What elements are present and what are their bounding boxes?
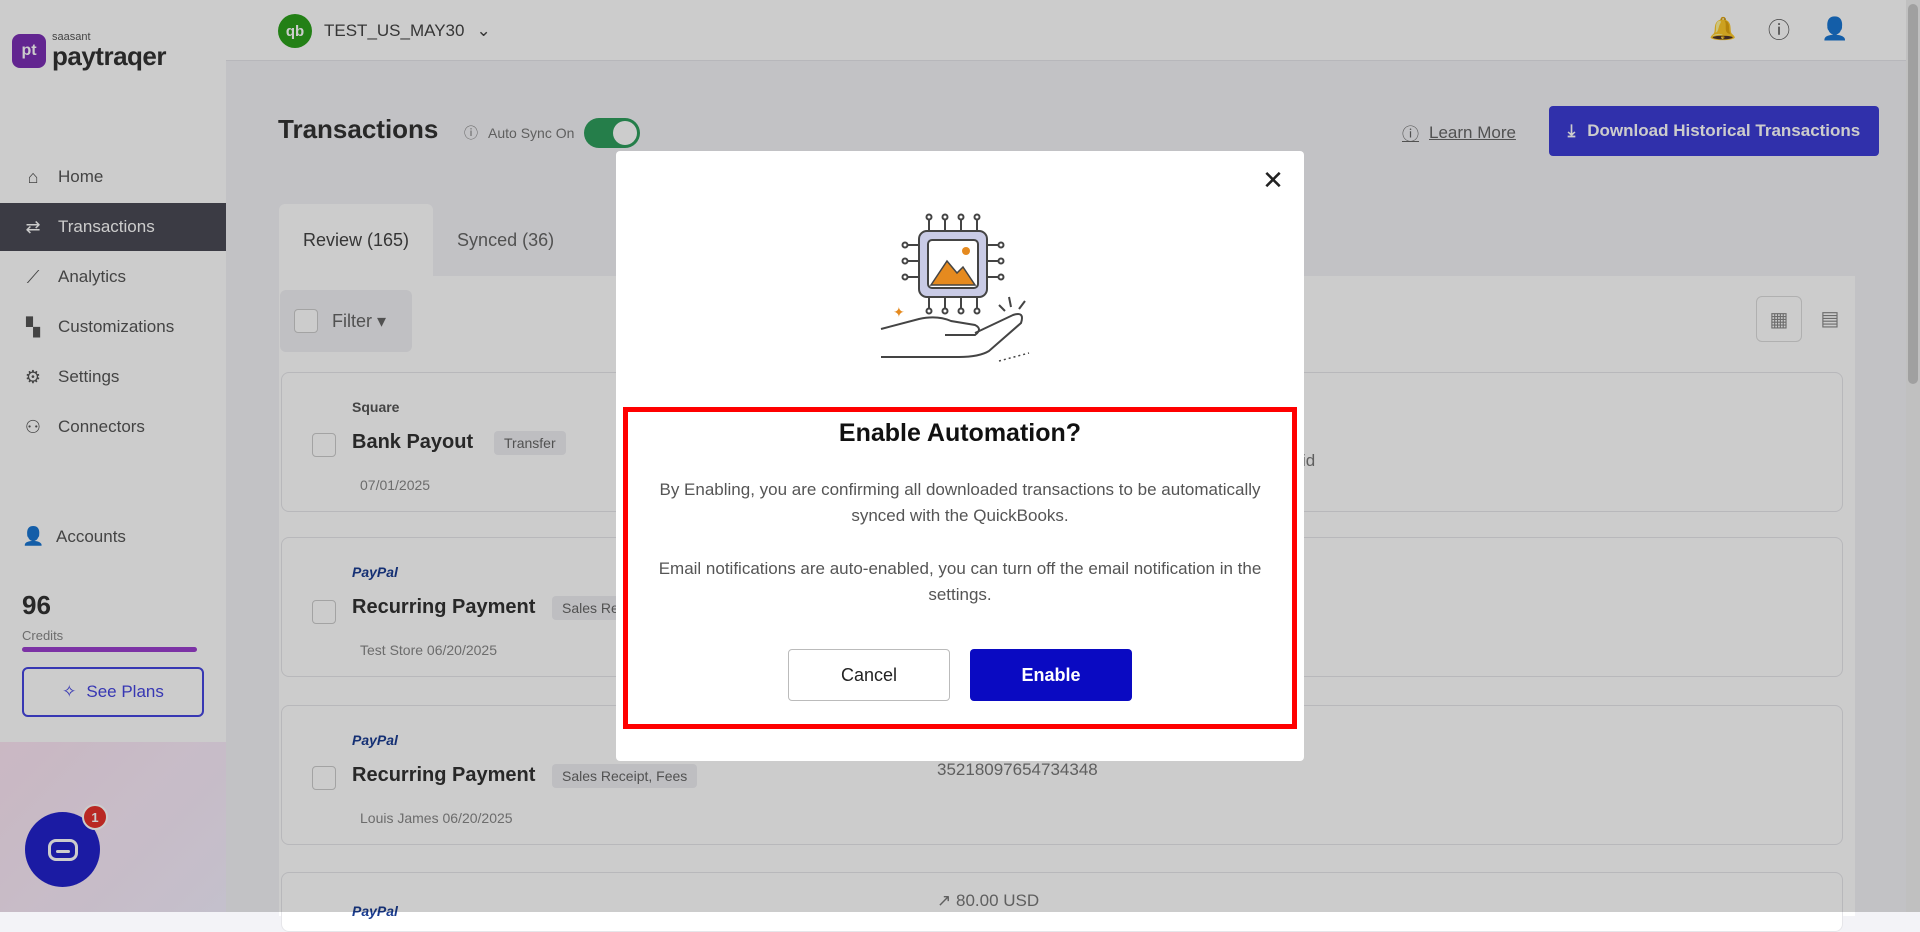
modal-paragraph-confirmation: By Enabling, you are confirming all down… bbox=[659, 480, 1261, 525]
enable-button[interactable]: Enable bbox=[970, 649, 1132, 701]
svg-text:✦: ✦ bbox=[893, 305, 905, 321]
automation-chip-illustration: ✦ bbox=[880, 213, 1030, 362]
cancel-button[interactable]: Cancel bbox=[788, 649, 950, 701]
enable-automation-modal: ✕ ✦ Enable Automation? By Enabling, you bbox=[616, 151, 1304, 761]
modal-title: Enable Automation? bbox=[838, 419, 1082, 447]
close-icon[interactable]: ✕ bbox=[1258, 165, 1288, 195]
modal-paragraph-notifications: Email notifications are auto-enabled, yo… bbox=[658, 559, 1262, 604]
